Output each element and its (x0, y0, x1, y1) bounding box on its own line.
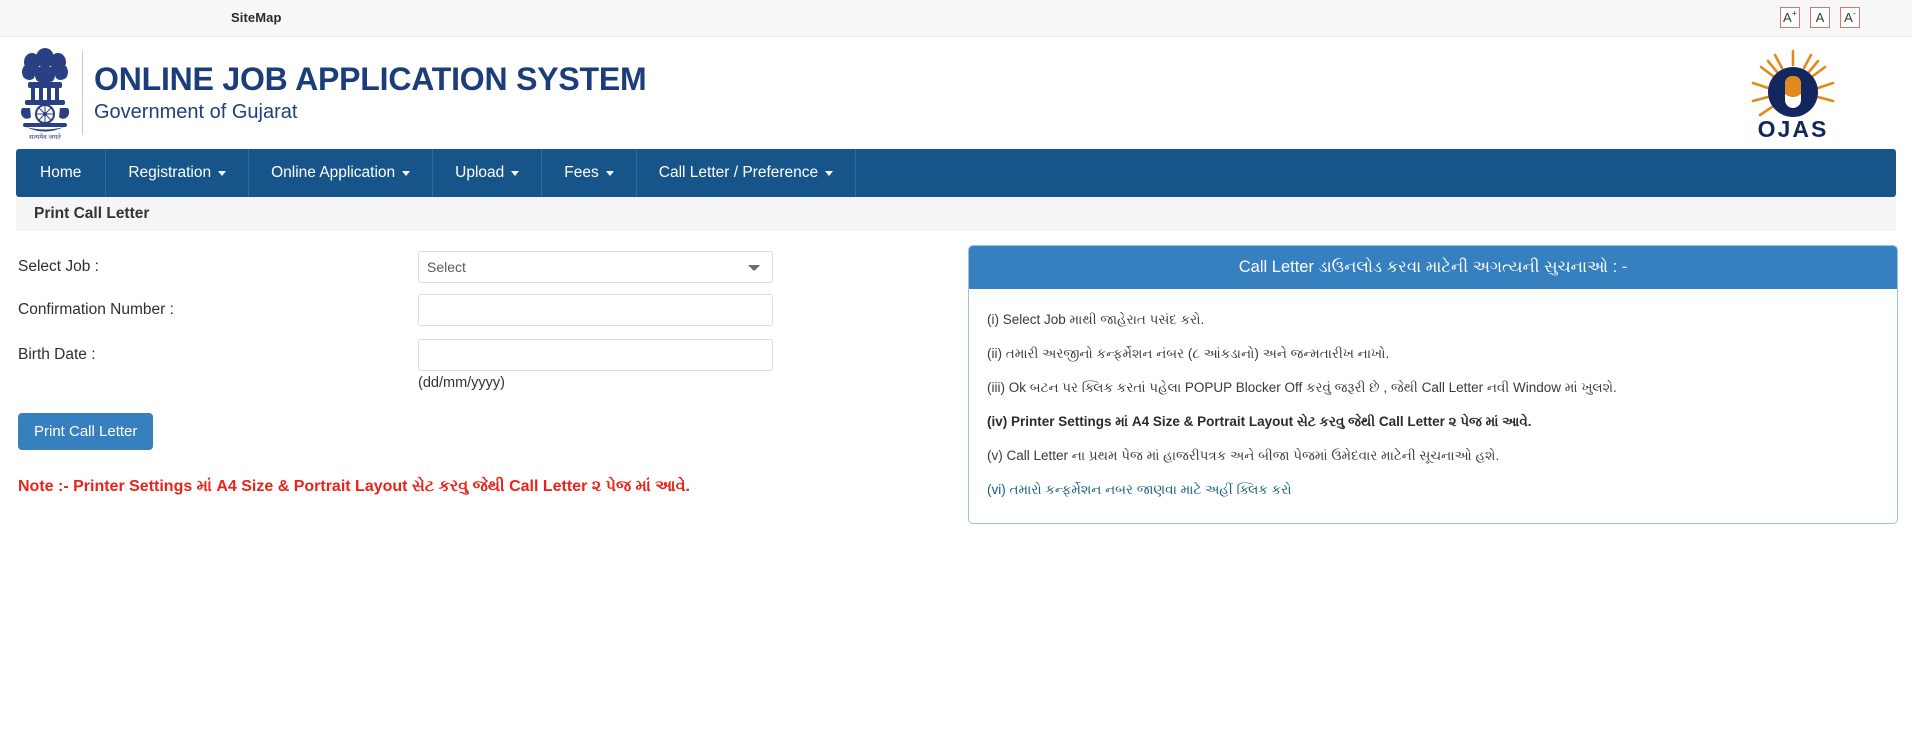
site-subtitle: Government of Gujarat (94, 101, 298, 123)
masthead: सत्यमेव जयते ONLINE JOB APPLICATION SYST… (0, 37, 1912, 149)
form-row-birth-date: Birth Date : (18, 331, 938, 379)
birth-date-input[interactable] (418, 339, 773, 371)
ojas-logo-text: OJAS (1758, 116, 1829, 142)
birth-date-label: Birth Date : (18, 346, 96, 363)
chevron-down-icon (511, 170, 520, 176)
nav-item-fees-label: Fees (564, 164, 599, 181)
india-national-emblem-icon: सत्यमेव जयते (14, 44, 76, 144)
printer-settings-note: Note :- Printer Settings માં A4 Size & P… (18, 478, 690, 495)
nav-item-fees[interactable]: Fees (542, 149, 637, 197)
ojas-logo: OJAS (1740, 45, 1846, 145)
chevron-down-icon (402, 170, 411, 176)
top-utility-bar: SiteMap A+ A A- (0, 0, 1912, 37)
nav-item-call-letter-preference[interactable]: Call Letter / Preference (637, 149, 857, 197)
instruction-item-1: (i) Select Job માથી જાહેરાત પસંદ કરો. (987, 312, 1205, 327)
font-decrease-sup: - (1852, 8, 1856, 19)
page-title: Print Call Letter (34, 205, 150, 222)
nav-item-call-letter-preference-label: Call Letter / Preference (658, 164, 819, 181)
confirmation-number-label: Confirmation Number : (18, 300, 174, 318)
instructions-heading: Call Letter ડાઉનલોડ કરવા માટેની અગત્યની … (969, 246, 1897, 289)
instructions-list: (i) Select Job માથી જાહેરાત પસંદ કરો. (i… (969, 289, 1897, 523)
nav-item-online-application[interactable]: Online Application (249, 149, 434, 197)
font-decrease-label: A (1844, 10, 1853, 25)
nav-item-upload[interactable]: Upload (433, 149, 543, 197)
font-increase-label: A (1783, 10, 1792, 25)
page-title-bar: Print Call Letter (16, 197, 1896, 231)
nav-item-online-application-label: Online Application (271, 164, 396, 181)
instruction-item-4: (iv) Printer Settings માં A4 Size & Port… (987, 414, 1532, 429)
chevron-down-icon (605, 170, 614, 176)
chevron-down-icon (825, 170, 834, 176)
font-normal-label: A (1815, 10, 1825, 25)
select-job-dropdown[interactable]: Select (418, 250, 773, 283)
select-job-label: Select Job : (18, 257, 99, 275)
font-increase-button[interactable]: A+ (1780, 7, 1800, 28)
instruction-item-5: (v) Call Letter ના પ્રથમ પેજ માં હાજરીપત… (987, 448, 1500, 463)
font-decrease-button[interactable]: A- (1840, 7, 1860, 28)
site-title: ONLINE JOB APPLICATION SYSTEM (94, 61, 647, 97)
brand-block: ONLINE JOB APPLICATION SYSTEM Government… (94, 61, 647, 125)
font-normal-button[interactable]: A (1810, 7, 1830, 28)
svg-text:सत्यमेव जयते: सत्यमेव जयते (29, 133, 61, 141)
select-job-control: Select (418, 250, 773, 283)
main-content: Select Job : Select Confirmation Number … (0, 231, 1912, 661)
font-size-controls: A+ A A- (1780, 7, 1860, 28)
confirmation-number-input[interactable] (418, 293, 773, 326)
nav-item-home[interactable]: Home (16, 149, 107, 197)
main-navigation: Home Registration Online Application Upl… (16, 149, 1896, 197)
sitemap-link[interactable]: SiteMap (231, 10, 282, 25)
form-row-confirmation-number: Confirmation Number : (18, 288, 938, 331)
birth-date-control (418, 339, 773, 371)
chevron-down-icon (218, 170, 227, 176)
nav-item-registration[interactable]: Registration (106, 149, 250, 197)
nav-item-registration-label: Registration (128, 164, 212, 181)
nav-item-upload-label: Upload (455, 164, 505, 181)
confirmation-number-control (418, 293, 773, 326)
font-increase-sup: + (1791, 8, 1797, 19)
instruction-item-6-confirmation-number-link[interactable]: (vi) તમારો કન્ફર્મેશન નબર જાણવા માટે અહી… (987, 473, 1879, 507)
instruction-item-2: (ii) તમારી અરજીનો કન્ફર્મેશન નંબર (૮ આંક… (987, 346, 1390, 361)
nav-item-home-label: Home (40, 164, 82, 181)
print-call-letter-button[interactable]: Print Call Letter (18, 413, 154, 450)
form-row-select-job: Select Job : Select (18, 245, 938, 288)
masthead-divider (82, 51, 83, 135)
instructions-panel: Call Letter ડાઉનલોડ કરવા માટેની અગત્યની … (968, 245, 1898, 524)
instruction-item-3: (iii) Ok બટન પર ક્લિક કરતાં પહેલા POPUP … (987, 380, 1617, 395)
birth-date-format-hint: (dd/mm/yyyy) (418, 375, 505, 391)
print-call-letter-form: Select Job : Select Confirmation Number … (18, 245, 938, 496)
